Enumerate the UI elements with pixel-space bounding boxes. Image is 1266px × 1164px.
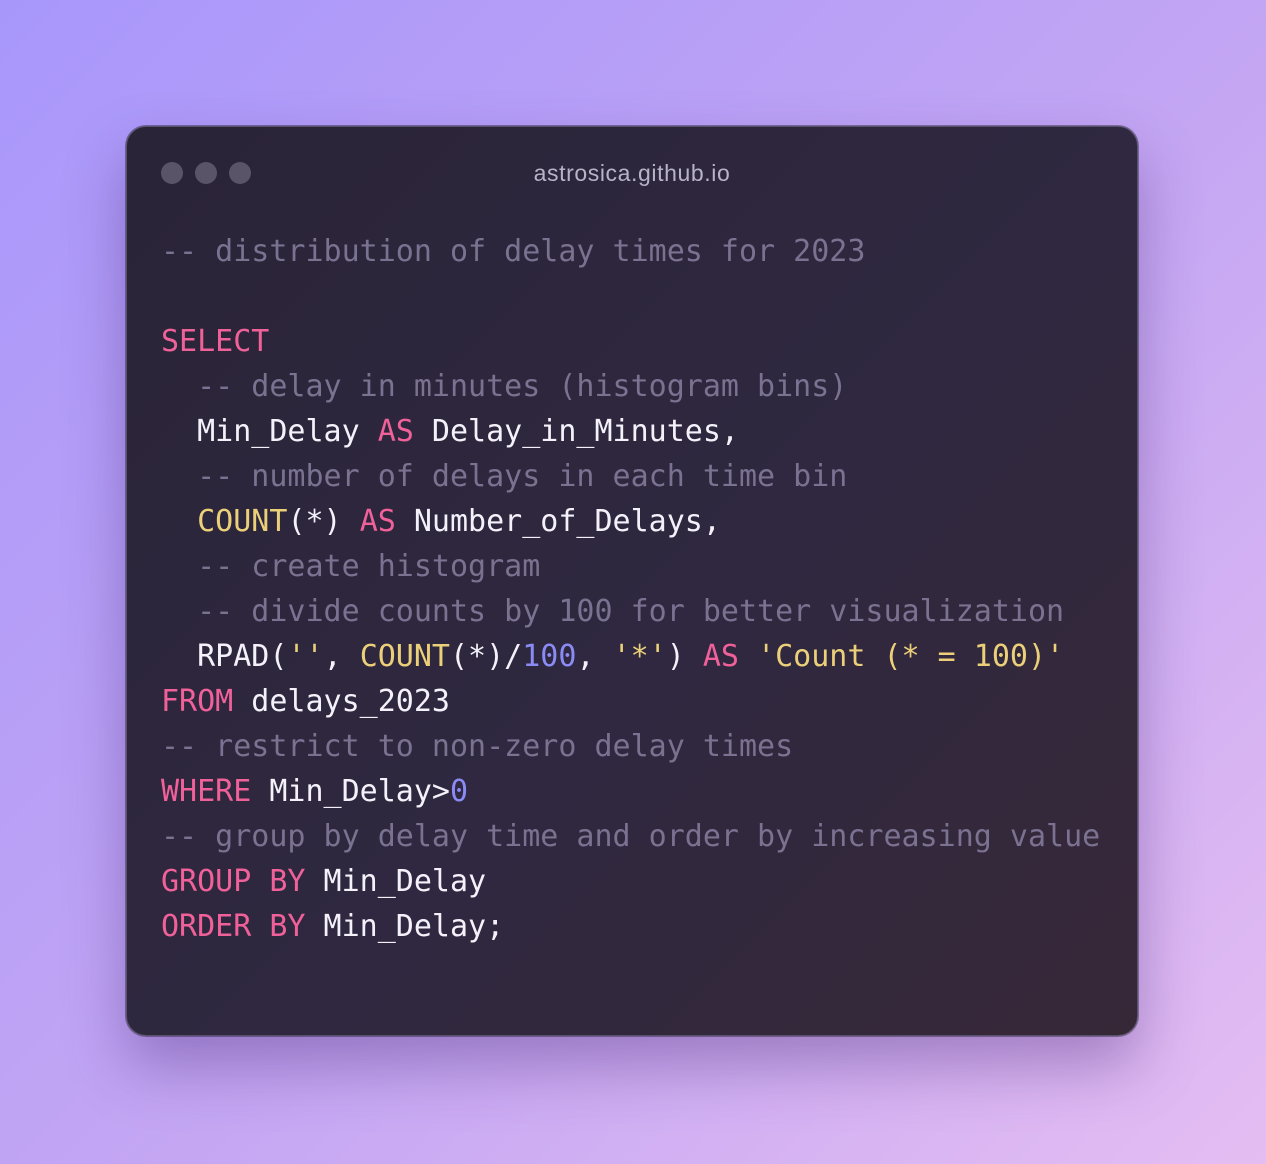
- code-line: -- distribution of delay times for 2023: [161, 229, 1100, 274]
- code-comment: -- create histogram: [161, 549, 541, 584]
- code-comment: -- restrict to non-zero delay times: [161, 729, 794, 764]
- code-keyword: WHERE: [161, 774, 252, 809]
- code-function: COUNT: [197, 504, 288, 539]
- code-block: -- distribution of delay times for 2023 …: [161, 229, 1100, 949]
- code-comment: -- divide counts by 100 for better visua…: [161, 594, 1065, 629]
- code-function: COUNT: [359, 639, 450, 674]
- code-keyword: GROUP: [161, 864, 252, 899]
- code-comment: -- group by delay time and order by incr…: [161, 819, 1101, 854]
- code-keyword: FROM: [161, 684, 234, 719]
- code-comment: -- delay in minutes (histogram bins): [161, 369, 848, 404]
- code-punctuation: ,: [576, 639, 613, 674]
- code-identifier: Delay_in_Minutes,: [413, 414, 739, 449]
- code-identifier: delays_2023: [233, 684, 450, 719]
- code-line: -- group by delay time and order by incr…: [161, 814, 1100, 859]
- code-comment: -- distribution of delay times for 2023: [161, 234, 866, 269]
- code-keyword: AS: [377, 414, 414, 449]
- code-string: '*': [612, 639, 667, 674]
- code-keyword: AS: [702, 639, 739, 674]
- code-keyword: SELECT: [161, 324, 270, 359]
- code-punctuation: (*)/: [450, 639, 523, 674]
- code-comment: -- number of delays in each time bin: [161, 459, 848, 494]
- code-line: -- number of delays in each time bin: [161, 454, 1100, 499]
- window-titlebar: astrosica.github.io: [127, 127, 1137, 223]
- code-line: RPAD('', COUNT(*)/100, '*') AS 'Count (*…: [161, 634, 1100, 679]
- code-line: SELECT: [161, 319, 1100, 364]
- code-window: astrosica.github.io -- distribution of d…: [126, 126, 1138, 1036]
- code-identifier: RPAD(: [161, 639, 288, 674]
- code-line: WHERE Min_Delay>0: [161, 769, 1100, 814]
- code-line: -- divide counts by 100 for better visua…: [161, 589, 1100, 634]
- code-punctuation: (*): [287, 504, 360, 539]
- code-punctuation: ,: [323, 639, 360, 674]
- code-keyword: ORDER: [161, 909, 252, 944]
- code-line: FROM delays_2023: [161, 679, 1100, 724]
- code-keyword: BY: [269, 864, 306, 899]
- code-punctuation: ): [666, 639, 703, 674]
- window-title: astrosica.github.io: [533, 160, 731, 186]
- code-line: -- create histogram: [161, 544, 1100, 589]
- code-identifier: Min_Delay: [305, 864, 487, 899]
- code-identifier: Min_Delay>: [251, 774, 450, 809]
- code-keyword: BY: [269, 909, 306, 944]
- code-number: 100: [522, 639, 577, 674]
- code-line: GROUP BY Min_Delay: [161, 859, 1100, 904]
- code-line: -- delay in minutes (histogram bins): [161, 364, 1100, 409]
- code-line: -- restrict to non-zero delay times: [161, 724, 1100, 769]
- code-keyword: AS: [359, 504, 396, 539]
- code-string: '': [287, 639, 324, 674]
- code-line: ORDER BY Min_Delay;: [161, 904, 1100, 949]
- code-line: COUNT(*) AS Number_of_Delays,: [161, 499, 1100, 544]
- code-string: 'Count (* = 100)': [757, 639, 1065, 674]
- code-identifier: Min_Delay;: [305, 909, 505, 944]
- code-line: Min_Delay AS Delay_in_Minutes,: [161, 409, 1100, 454]
- code-identifier: Number_of_Delays,: [395, 504, 721, 539]
- code-identifier: Min_Delay: [161, 414, 378, 449]
- code-number: 0: [450, 774, 469, 809]
